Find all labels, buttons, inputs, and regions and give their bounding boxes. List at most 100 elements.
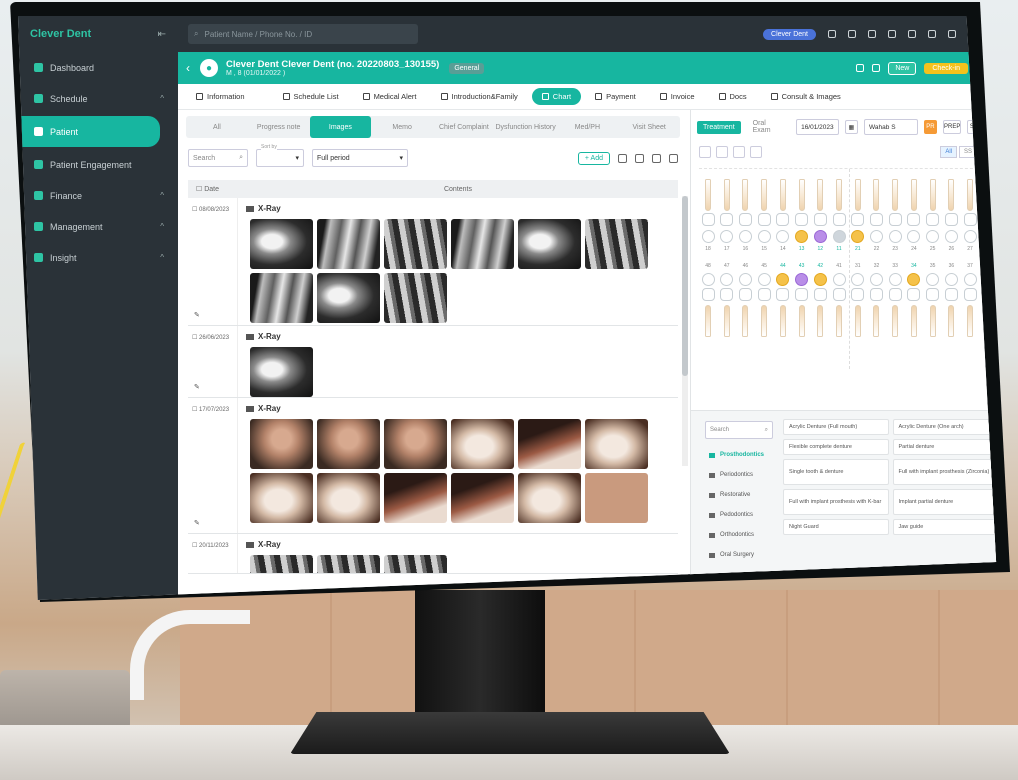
subtab-progress-note[interactable]: Progress note	[248, 116, 310, 138]
tooth-16[interactable]: 16	[738, 169, 752, 252]
new-button[interactable]: New	[888, 61, 917, 75]
category-oral-surgery[interactable]: Oral Surgery	[705, 545, 773, 565]
image-thumbnail[interactable]	[518, 419, 581, 469]
sidebar-item-insight[interactable]: Insight ^	[18, 242, 178, 273]
tooth-48[interactable]: 48	[701, 260, 715, 337]
image-thumbnail[interactable]	[518, 473, 581, 523]
doctor-select[interactable]: Wahab S	[864, 119, 918, 135]
tooth-17[interactable]: 17	[720, 169, 734, 252]
c-button[interactable]: C	[986, 120, 997, 134]
tab-chart[interactable]: Chart	[531, 88, 582, 105]
image-search-input[interactable]: Search ⌕	[188, 149, 248, 167]
treatment-option[interactable]: Night Guard	[783, 519, 889, 535]
tooth-25[interactable]: 25	[926, 169, 940, 252]
tooth-26[interactable]: 26	[944, 169, 958, 252]
back-icon[interactable]: ‹	[186, 61, 190, 75]
sort-select[interactable]: Sort by ▾	[256, 144, 304, 167]
menu-icon[interactable]	[948, 30, 956, 38]
tooth-23[interactable]: 23	[888, 169, 902, 252]
add-button[interactable]: + Add	[577, 151, 610, 165]
sidebar-item-patient[interactable]: Patient	[18, 116, 160, 147]
tooth-37[interactable]: 37	[963, 260, 977, 337]
treatment-option[interactable]: Full with implant prosthesis (Zirconia)	[892, 459, 997, 485]
print-icon[interactable]	[872, 64, 881, 72]
tab-information[interactable]: Information	[186, 88, 255, 105]
image-thumbnail[interactable]	[384, 273, 447, 323]
category-restorative[interactable]: Restorative	[705, 485, 773, 505]
clinic-pill[interactable]: Clever Dent	[763, 28, 816, 40]
pin-icon[interactable]: ✎	[194, 383, 200, 391]
subtab-med-ph[interactable]: Med/PH	[557, 116, 619, 138]
tooth-21[interactable]: 21	[851, 169, 865, 252]
category-periodontics[interactable]: Periodontics	[705, 465, 773, 485]
tooth-27[interactable]: 27	[963, 169, 977, 252]
sidebar-item-finance[interactable]: Finance ^	[18, 180, 178, 211]
subtab-chief-complaint[interactable]: Chief Complaint	[433, 116, 495, 138]
tooth-31[interactable]: 31	[851, 260, 865, 337]
tooth-tool-icon[interactable]	[699, 146, 711, 158]
tab-consult-images[interactable]: Consult & Images	[761, 88, 851, 105]
tab-medical-alert[interactable]: Medical Alert	[353, 88, 427, 105]
period-select[interactable]: Full period ▾	[312, 149, 408, 167]
image-thumbnail[interactable]	[384, 219, 447, 269]
group-checkbox[interactable]: ☐	[192, 407, 199, 413]
tab-oral-exam[interactable]: Oral Exam	[747, 117, 790, 137]
image-thumbnail[interactable]	[451, 419, 514, 469]
tooth-14[interactable]: 14	[776, 169, 790, 252]
tooth-15[interactable]: 15	[757, 169, 771, 252]
tooth-35[interactable]: 35	[926, 260, 940, 337]
image-thumbnail[interactable]	[585, 419, 648, 469]
col-date[interactable]: ☐ Date	[188, 185, 238, 193]
subtab-images[interactable]: Images	[309, 116, 372, 138]
group-checkbox[interactable]: ☐	[192, 335, 199, 341]
tab-schedule-list[interactable]: Schedule List	[273, 88, 349, 105]
calendar-icon[interactable]: ▦	[844, 120, 859, 134]
tab-docs[interactable]: Docs	[709, 88, 757, 105]
delete-icon[interactable]	[669, 153, 678, 163]
image-thumbnail[interactable]	[317, 419, 380, 469]
treatment-option[interactable]: Flexible complete denture	[783, 439, 889, 455]
treatment-option[interactable]: Acrylic Denture (Full mouth)	[783, 419, 889, 435]
image-thumbnail[interactable]	[317, 219, 380, 269]
copy-icon[interactable]	[635, 153, 644, 163]
tab-treatment[interactable]: Treatment	[697, 120, 741, 134]
image-thumbnail[interactable]	[451, 473, 514, 523]
tooth-36[interactable]: 36	[944, 260, 958, 337]
tooth-18[interactable]: 18	[701, 169, 715, 252]
settings-icon[interactable]	[848, 30, 856, 38]
message-icon[interactable]	[868, 30, 876, 38]
edit-icon[interactable]	[856, 64, 865, 72]
tooth-42[interactable]: 42	[813, 260, 827, 337]
tooth-24[interactable]: 24	[907, 169, 921, 252]
treatment-option[interactable]: Single tooth & denture	[783, 459, 889, 485]
crown-tool-icon[interactable]	[716, 146, 728, 158]
image-thumbnail[interactable]	[317, 473, 380, 523]
tooth-32[interactable]: 32	[869, 260, 883, 337]
subtab-memo[interactable]: Memo	[371, 116, 433, 138]
tooth-11[interactable]: 11	[832, 169, 846, 252]
sidebar-item-patient-engagement[interactable]: Patient Engagement	[18, 149, 178, 180]
notification-icon[interactable]	[888, 30, 896, 38]
treatment-option[interactable]: Full with implant prosthesis with K-bar	[783, 489, 889, 515]
image-thumbnail[interactable]	[518, 219, 581, 269]
image-thumbnail[interactable]	[250, 273, 313, 323]
image-thumbnail[interactable]	[384, 473, 447, 523]
tooth-33[interactable]: 33	[888, 260, 902, 337]
tab-payment[interactable]: Payment	[585, 88, 646, 105]
image-thumbnail[interactable]	[317, 273, 380, 323]
tab-invoice[interactable]: Invoice	[650, 88, 705, 105]
tooth-46[interactable]: 46	[738, 260, 752, 337]
group-checkbox[interactable]: ☐	[192, 543, 199, 549]
tooth-43[interactable]: 43	[795, 260, 809, 337]
check-in-button[interactable]: Check-in	[924, 62, 968, 74]
pin-icon[interactable]: ✎	[194, 519, 200, 527]
image-thumbnail[interactable]	[585, 473, 648, 523]
prep-button[interactable]: PREP	[943, 120, 962, 134]
sidebar-item-schedule[interactable]: Schedule ^	[18, 83, 178, 114]
category-pedodontics[interactable]: Pedodontics	[705, 505, 773, 525]
category-prosthodontics[interactable]: Prosthodontics	[705, 445, 773, 465]
collapse-icon[interactable]: ⇤	[158, 29, 166, 40]
tooth-34[interactable]: 34	[907, 260, 921, 337]
tooth-12[interactable]: 12	[813, 169, 827, 252]
category-orthodontics[interactable]: Orthodontics	[705, 525, 773, 545]
